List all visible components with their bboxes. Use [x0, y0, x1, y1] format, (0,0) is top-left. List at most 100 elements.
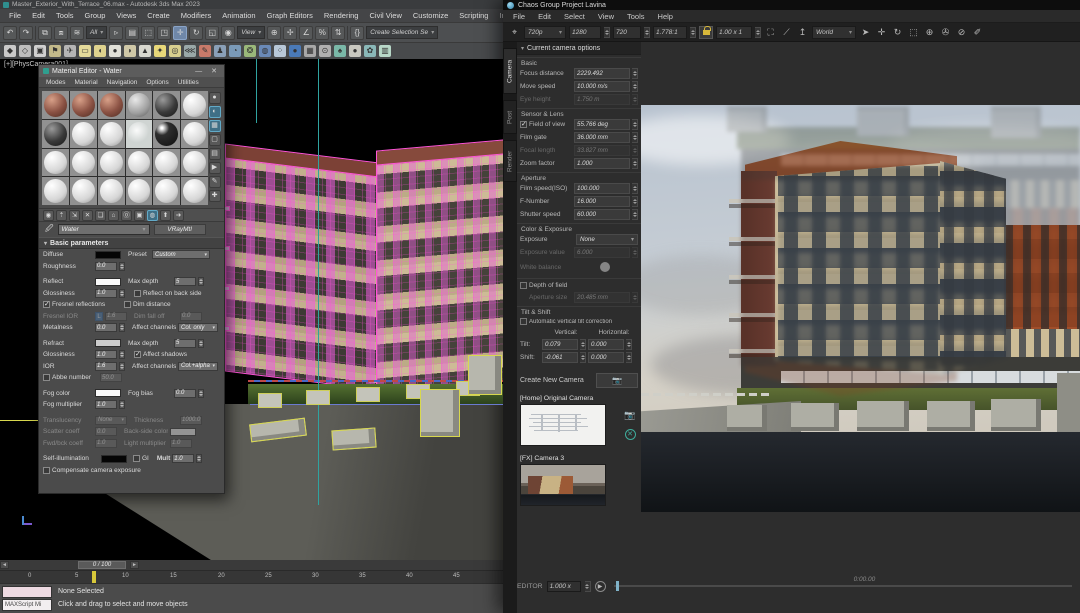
- film-speed-field[interactable]: 100.000: [574, 183, 630, 194]
- move-speed-spinner[interactable]: [632, 81, 638, 92]
- rect-selection-icon[interactable]: ⬚: [141, 26, 155, 40]
- scatter-coeff-field[interactable]: 0.0: [95, 427, 117, 436]
- material-slot[interactable]: [70, 120, 97, 148]
- select-scale-icon[interactable]: ◱: [205, 26, 219, 40]
- refract-affect-channels-dropdown[interactable]: Col.+alpha: [178, 362, 218, 371]
- menu-civil-view[interactable]: Civil View: [364, 11, 406, 20]
- camera-path-icon[interactable]: ✇: [939, 26, 952, 39]
- roughness-spinner[interactable]: [119, 262, 125, 271]
- shift-horizontal-field[interactable]: 0.000: [588, 352, 624, 363]
- glossiness-spinner[interactable]: [119, 289, 125, 298]
- pixel-aspect-field[interactable]: 1.00 x 1: [716, 26, 752, 39]
- shift-v-spinner[interactable]: [580, 352, 586, 363]
- exposure-dropdown[interactable]: None: [576, 234, 638, 245]
- f-number-spinner[interactable]: [632, 196, 638, 207]
- get-material-icon[interactable]: ◉: [43, 210, 54, 221]
- material-slot[interactable]: [42, 91, 69, 119]
- tab-post[interactable]: Post: [503, 100, 517, 134]
- material-slot[interactable]: [181, 120, 208, 148]
- focal-length-spinner[interactable]: [632, 145, 638, 156]
- put-to-library-icon[interactable]: ⌂: [108, 210, 119, 221]
- select-arrow-icon[interactable]: ➤: [859, 26, 872, 39]
- put-to-scene-icon[interactable]: ⇡: [56, 210, 67, 221]
- toolbar-icon[interactable]: ⁘: [274, 45, 286, 57]
- show-end-result-icon[interactable]: ◍: [147, 210, 158, 221]
- timeline-handle[interactable]: [616, 581, 619, 591]
- film-gate-field[interactable]: 36.000 mm: [574, 132, 630, 143]
- move-icon[interactable]: ✛: [875, 26, 888, 39]
- f-number-field[interactable]: 16.000: [574, 196, 630, 207]
- menu-modes[interactable]: Modes: [42, 79, 70, 86]
- fog-color-swatch[interactable]: [95, 389, 121, 397]
- snap-toggle-icon[interactable]: ✢: [283, 26, 297, 40]
- toolbar-icon[interactable]: ⊙: [319, 45, 331, 57]
- material-slot[interactable]: [98, 177, 125, 205]
- named-sets-icon[interactable]: {}: [350, 26, 364, 40]
- select-rotate-icon[interactable]: ↻: [189, 26, 203, 40]
- select-place-icon[interactable]: ◉: [221, 26, 235, 40]
- time-marker[interactable]: [92, 571, 96, 583]
- fog-multiplier-spinner[interactable]: [119, 400, 125, 409]
- material-type-button[interactable]: VRayMtl: [154, 224, 206, 235]
- toolbar-icon[interactable]: ⚑: [49, 45, 61, 57]
- rollout-basic-parameters[interactable]: Basic parameters: [39, 237, 224, 249]
- material-slot[interactable]: [153, 91, 180, 119]
- self-illumination-swatch[interactable]: [101, 455, 127, 463]
- tab-render[interactable]: Render: [503, 140, 517, 182]
- select-by-material-icon[interactable]: ✚: [209, 190, 221, 202]
- focus-distance-spinner[interactable]: [632, 68, 638, 79]
- roughness-field[interactable]: 0.0: [95, 262, 117, 271]
- menu-edit[interactable]: Edit: [27, 11, 50, 20]
- mult-field[interactable]: 1.0: [172, 454, 194, 463]
- pixel-aspect-spinner[interactable]: [755, 27, 761, 38]
- toolbar-icon[interactable]: ◍: [259, 45, 271, 57]
- fresnel-ior-field[interactable]: 1.6: [105, 312, 127, 321]
- macro-recorder-field[interactable]: [2, 586, 52, 598]
- shutter-speed-field[interactable]: 60.000: [574, 209, 630, 220]
- cursor-icon[interactable]: ⌖: [508, 26, 521, 39]
- redo-icon[interactable]: ↷: [19, 26, 33, 40]
- assign-to-selection-icon[interactable]: ⇲: [69, 210, 80, 221]
- menu-file[interactable]: File: [507, 12, 531, 21]
- scale-icon[interactable]: ⬚: [907, 26, 920, 39]
- window-crossing-icon[interactable]: ◳: [157, 26, 171, 40]
- film-speed-spinner[interactable]: [632, 183, 638, 194]
- make-unique-icon[interactable]: ❏: [95, 210, 106, 221]
- create-camera-button[interactable]: 📷: [596, 373, 638, 388]
- timeline-slider[interactable]: 0:00.00: [614, 585, 1072, 587]
- dim-distance-checkbox[interactable]: [124, 301, 131, 308]
- exposure-value-field[interactable]: 6.000: [574, 247, 630, 258]
- backlight-icon[interactable]: ◐: [209, 106, 221, 118]
- menu-material[interactable]: Material: [71, 79, 102, 86]
- affect-shadows-checkbox[interactable]: [134, 351, 141, 358]
- ior-field[interactable]: 1.6: [95, 362, 117, 371]
- percent-snap-icon[interactable]: %: [315, 26, 329, 40]
- material-slot[interactable]: [181, 91, 208, 119]
- resolution-preset-dropdown[interactable]: 720p: [524, 26, 566, 39]
- max-viewport[interactable]: [+][PhysCamera001]: [0, 59, 503, 560]
- link-icon[interactable]: ⊘: [955, 26, 968, 39]
- refract-glossiness-spinner[interactable]: [119, 350, 125, 359]
- toolbar-icon[interactable]: ✦: [154, 45, 166, 57]
- bind-spacewarp-icon[interactable]: ≋: [70, 26, 84, 40]
- menu-views[interactable]: Views: [111, 11, 141, 20]
- prev-frame-icon[interactable]: ◄: [0, 561, 9, 569]
- background-icon[interactable]: ▦: [209, 120, 221, 132]
- undo-icon[interactable]: ↶: [3, 26, 17, 40]
- sample-tiling-icon[interactable]: ▢: [209, 134, 221, 146]
- thickness-field[interactable]: 1000.0: [180, 416, 202, 425]
- width-field[interactable]: 1280: [569, 26, 601, 39]
- material-slot-water[interactable]: [126, 120, 153, 148]
- select-object-icon[interactable]: ▹: [109, 26, 123, 40]
- material-slot[interactable]: [98, 149, 125, 177]
- playback-speed-spinner[interactable]: [585, 581, 591, 592]
- camera-thumbnail-fx[interactable]: [520, 464, 606, 506]
- material-slot[interactable]: [126, 149, 153, 177]
- delete-camera-icon[interactable]: ✕: [625, 429, 636, 440]
- toolbar-icon[interactable]: ⋘: [184, 45, 196, 57]
- refract-glossiness-field[interactable]: 1.0: [95, 350, 117, 359]
- material-slot[interactable]: [70, 91, 97, 119]
- tilt-h-spinner[interactable]: [626, 339, 632, 350]
- max-depth-field[interactable]: 5: [174, 277, 196, 286]
- width-spinner[interactable]: [604, 27, 610, 38]
